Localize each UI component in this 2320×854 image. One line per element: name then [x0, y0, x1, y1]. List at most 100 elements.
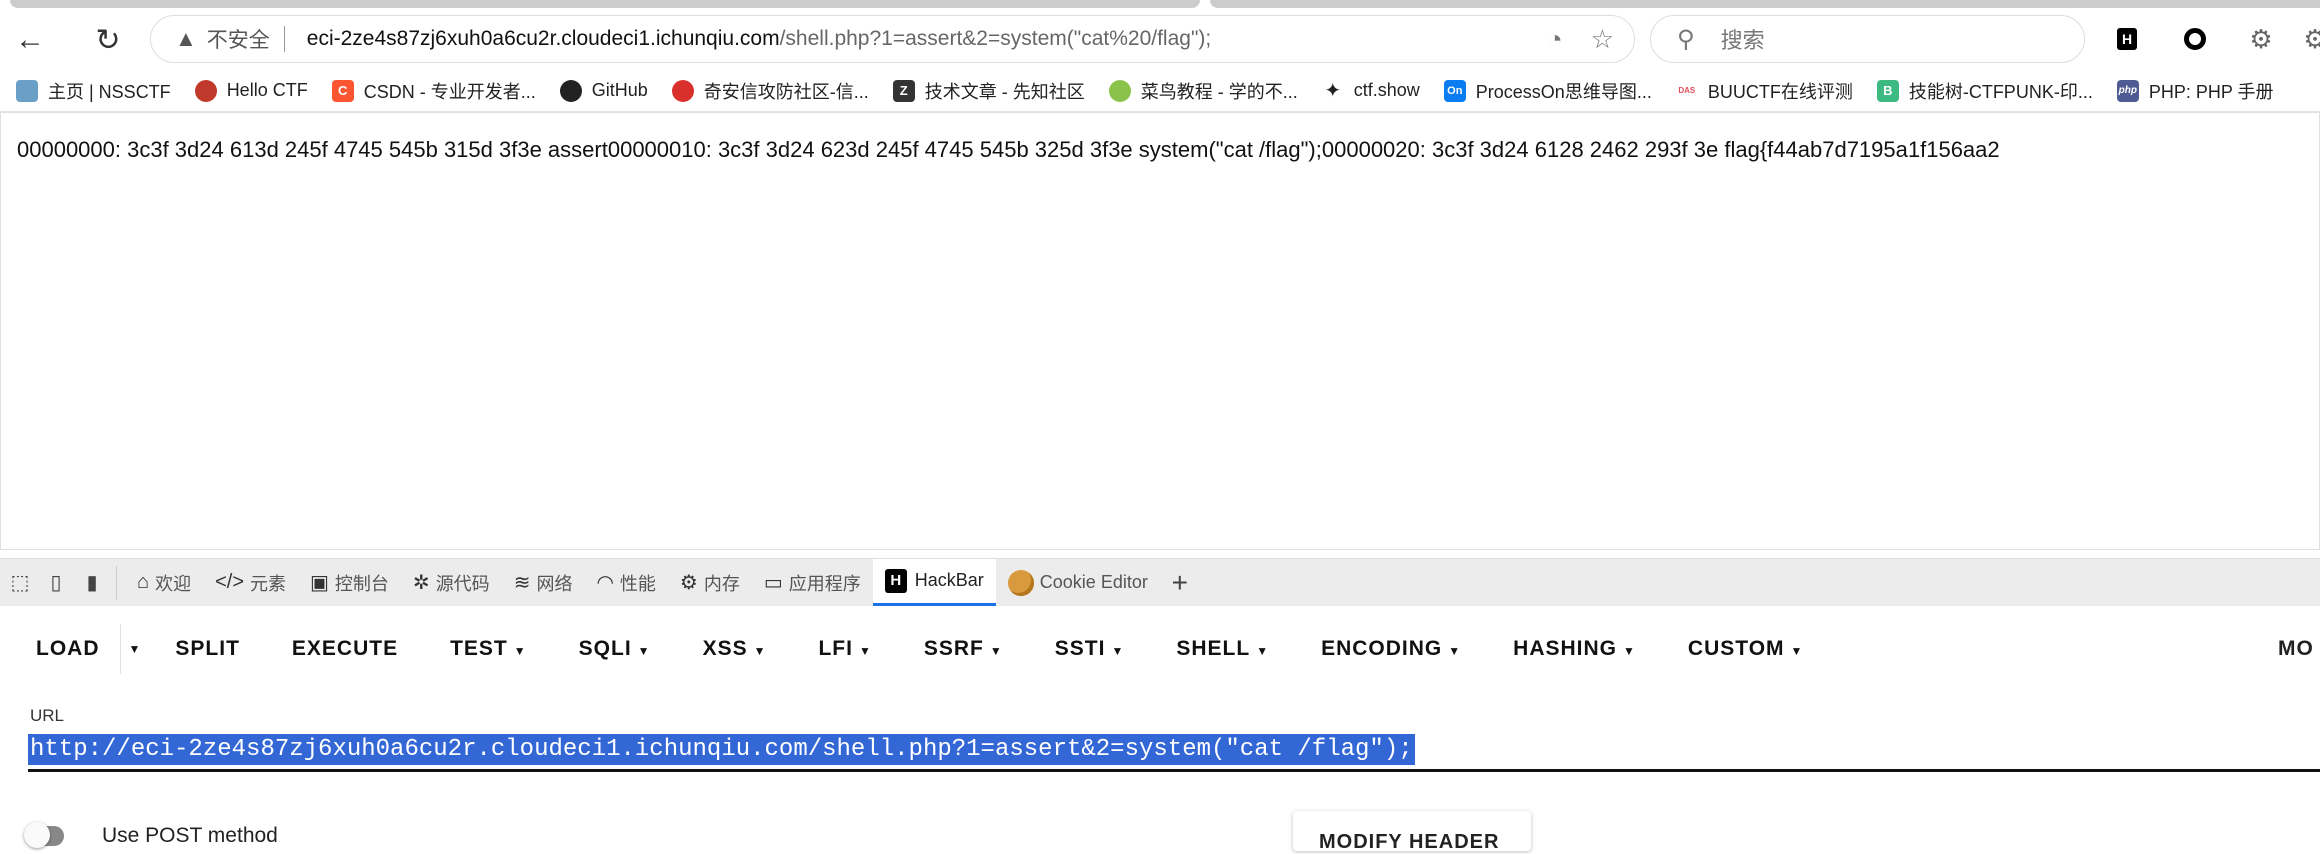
bookmark-processon[interactable]: On ProcessOn思维导图... — [1443, 78, 1652, 104]
qianxin-icon — [671, 79, 694, 102]
chip-icon: ⚙ — [679, 572, 698, 594]
divider — [116, 565, 117, 600]
search-placeholder: 搜索 — [1720, 28, 1765, 53]
ctfpunk-icon: B — [1876, 79, 1899, 102]
url-path: /shell.php?1=assert&2=system("cat%20/fla… — [779, 27, 1212, 50]
hackbar-panel: LOAD ▼ SPLIT EXECUTE TEST ▼ SQLI ▼ XSS ▼ LF… — [0, 606, 2320, 853]
csdn-icon: C — [331, 79, 354, 102]
bookmark-hellectf[interactable]: Hello CTF — [194, 79, 308, 102]
dock-icon[interactable]: ▮ — [76, 570, 108, 595]
cookie-icon — [1007, 569, 1034, 596]
caret-down-icon: ▼ — [513, 644, 527, 658]
php-icon: php — [2116, 79, 2139, 102]
bookmark-xianzhi[interactable]: Z 技术文章 - 先知社区 — [892, 78, 1085, 104]
hellectf-icon — [194, 79, 217, 102]
address-bar[interactable]: ▲ 不安全 eci-2ze4s87zj6xuh0a6cu2r.cloudeci1… — [150, 15, 1635, 63]
xss-menu[interactable]: XSS ▼ — [677, 637, 793, 661]
caret-down-icon: ▼ — [1790, 644, 1804, 658]
search-box[interactable]: ⚲ 搜索 — [1650, 15, 2085, 63]
hackbar-icon: H — [884, 568, 907, 593]
ctfshow-icon: ✦ — [1321, 79, 1344, 102]
reload-icon: ↻ — [95, 23, 121, 57]
split-button[interactable]: SPLIT — [149, 637, 266, 661]
ssrf-menu[interactable]: SSRF ▼ — [898, 637, 1029, 661]
test-menu[interactable]: TEST ▼ — [424, 637, 553, 661]
tab-hackbar[interactable]: H HackBar — [872, 558, 996, 607]
warning-icon: ▲ — [175, 26, 197, 51]
devtools-tab-bar: ⬚ ▯ ▮ ⌂ 欢迎 </> 元素 ▣ 控制台 ✲ 源代码 ≋ 网络 ◠ 性能 ⚙ 内存 ▭ 应… — [0, 558, 2320, 607]
caret-down-icon: ▼ — [1448, 644, 1462, 658]
xianzhi-icon: Z — [892, 79, 915, 102]
execute-button[interactable]: EXECUTE — [266, 637, 424, 661]
encoding-menu[interactable]: ENCODING ▼ — [1295, 637, 1487, 661]
caret-down-icon: ▼ — [1623, 644, 1636, 658]
github-icon — [559, 79, 582, 102]
lfi-menu[interactable]: LFI ▼ — [792, 637, 897, 661]
tab-network[interactable]: ≋ 网络 — [502, 559, 585, 607]
shell-menu[interactable]: SHELL ▼ — [1150, 637, 1295, 661]
security-label[interactable]: 不安全 — [207, 24, 270, 54]
tab-application[interactable]: ▭ 应用程序 — [752, 559, 873, 607]
back-button[interactable]: ← — [8, 18, 52, 62]
browser-tab[interactable] — [1210, 0, 2320, 8]
bookmark-qianxin[interactable]: 奇安信攻防社区-信... — [671, 78, 869, 104]
post-method-label: Use POST method — [102, 824, 278, 847]
nssctf-icon — [16, 79, 38, 102]
device-emulation-icon[interactable]: ▯ — [40, 570, 72, 595]
post-method-toggle[interactable] — [24, 822, 64, 848]
plus-icon[interactable]: + — [1164, 567, 1196, 599]
tab-performance[interactable]: ◠ 性能 — [584, 559, 667, 607]
ssti-menu[interactable]: SSTI ▼ — [1029, 637, 1151, 661]
bookmark-ctfshow[interactable]: ✦ ctf.show — [1321, 79, 1420, 102]
runoob-icon — [1108, 79, 1131, 102]
app-icon: ▭ — [763, 572, 783, 594]
tab-sources[interactable]: ✲ 源代码 — [401, 559, 502, 607]
tab-elements[interactable]: </> 元素 — [203, 559, 298, 607]
caret-down-icon: ▼ — [858, 644, 872, 658]
sqli-menu[interactable]: SQLI ▼ — [553, 637, 677, 661]
bookmark-ctfpunk[interactable]: B 技能树-CTFPUNK-印... — [1876, 78, 2093, 104]
hackbar-extension-icon[interactable]: H — [2112, 24, 2142, 54]
modify-header-button[interactable]: MODIFY HEADER — [1293, 811, 1531, 853]
reload-button[interactable]: ↻ — [86, 18, 130, 62]
gauge-icon: ◠ — [596, 572, 614, 594]
wifi-icon: ≋ — [513, 572, 531, 594]
url-host: eci-2ze4s87zj6xuh0a6cu2r.cloudeci1.ichun… — [306, 27, 780, 50]
bookmark-runoob[interactable]: 菜鸟教程 - 学的不... — [1108, 78, 1298, 104]
load-button[interactable]: LOAD — [0, 637, 120, 661]
more-button[interactable]: MO — [2278, 637, 2314, 661]
bookmark-buuctf[interactable]: DAS BUUCTF在线评测 — [1675, 78, 1853, 104]
arrow-left-icon: ← — [15, 23, 45, 56]
page-content: 00000000: 3c3f 3d24 613d 245f 4745 545b … — [0, 112, 2320, 550]
load-dropdown-arrow[interactable]: ▼ — [121, 642, 150, 656]
edge-refresh-icon[interactable]: ◔ — [1547, 24, 1563, 55]
browser-tab[interactable] — [10, 0, 1200, 8]
inspect-icon[interactable]: ⬚ — [4, 570, 36, 595]
code-icon: </> — [215, 571, 245, 593]
extensions-icon[interactable]: ⚙ — [2300, 24, 2320, 54]
bookmark-nssctf[interactable]: 主页 | NSSCTF — [16, 78, 171, 104]
gear-icon[interactable]: ⚙ — [2246, 24, 2276, 54]
hashing-menu[interactable]: HASHING ▼ — [1487, 637, 1662, 661]
url-input[interactable]: http://eci-2ze4s87zj6xuh0a6cu2r.cloudeci… — [28, 732, 2320, 772]
browser-toolbar: ← ↻ ▲ 不安全 eci-2ze4s87zj6xuh0a6cu2r.cloud… — [0, 10, 2320, 70]
tab-memory[interactable]: ⚙ 内存 — [668, 559, 752, 607]
command-output: 00000000: 3c3f 3d24 613d 245f 4745 545b … — [17, 137, 2000, 162]
search-icon: ⚲ — [1677, 25, 1695, 53]
processon-icon: On — [1443, 79, 1466, 102]
circle-extension-icon[interactable] — [2180, 24, 2210, 54]
post-method-row: Use POST method — [24, 822, 278, 848]
url-value: http://eci-2ze4s87zj6xuh0a6cu2r.cloudeci… — [28, 734, 1415, 765]
tab-cookie-editor[interactable]: Cookie Editor — [996, 559, 1160, 607]
bookmark-csdn[interactable]: C CSDN - 专业开发者... — [331, 78, 536, 104]
caret-down-icon: ▼ — [989, 644, 1003, 658]
custom-menu[interactable]: CUSTOM ▼ — [1662, 637, 1830, 661]
bookmark-github[interactable]: GitHub — [559, 79, 648, 102]
tab-strip — [0, 0, 2320, 10]
star-icon[interactable]: ☆ — [1591, 24, 1614, 55]
tab-welcome[interactable]: ⌂ 欢迎 — [125, 559, 203, 607]
buuctf-icon: DAS — [1675, 79, 1698, 102]
caret-down-icon: ▼ — [637, 644, 651, 658]
bookmark-php[interactable]: php PHP: PHP 手册 — [2116, 78, 2274, 104]
tab-console[interactable]: ▣ 控制台 — [298, 559, 401, 607]
